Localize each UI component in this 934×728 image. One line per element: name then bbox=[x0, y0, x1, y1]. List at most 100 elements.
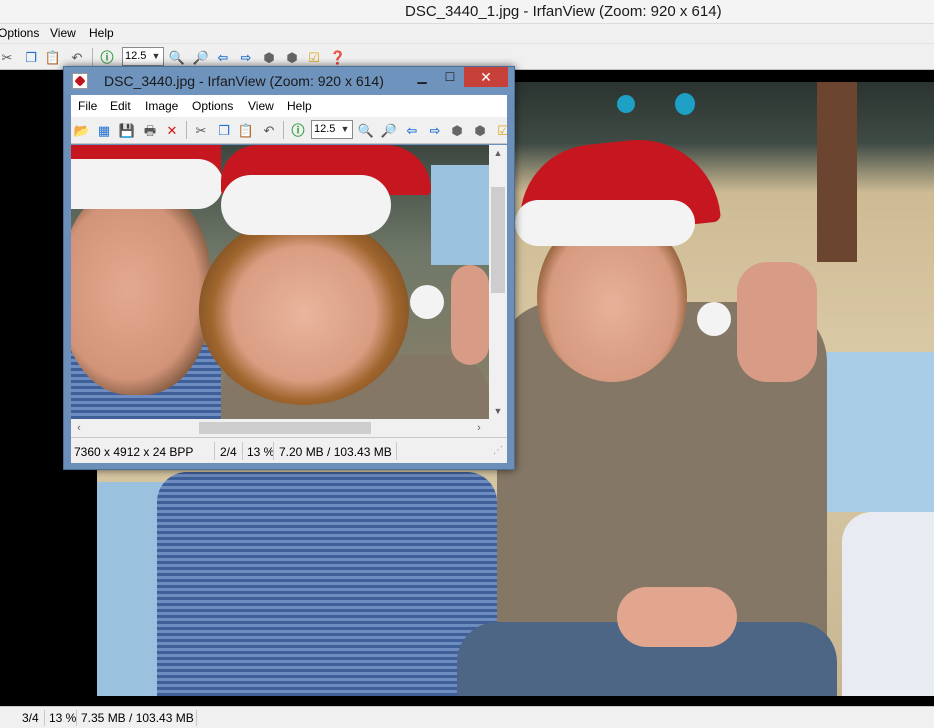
menu-view[interactable]: View bbox=[248, 99, 274, 113]
menu-image[interactable]: Image bbox=[145, 99, 178, 113]
photo-ornament bbox=[675, 93, 695, 115]
status-divider bbox=[196, 710, 197, 726]
copy-icon[interactable]: ❐ bbox=[22, 48, 40, 66]
shield-right-icon[interactable]: ⬢ bbox=[471, 121, 489, 139]
status-divider bbox=[44, 710, 45, 726]
small-title-bar[interactable]: DSC_3440.jpg - IrfanView (Zoom: 920 x 61… bbox=[64, 67, 514, 95]
small-image-viewport[interactable] bbox=[71, 145, 489, 419]
scissors-icon[interactable]: ✂ bbox=[0, 48, 16, 66]
maximize-icon: ☐ bbox=[444, 70, 456, 84]
horizontal-scrollbar[interactable]: ‹ › bbox=[71, 419, 489, 437]
minimize-button[interactable]: ▁ bbox=[408, 67, 436, 87]
status-divider bbox=[76, 710, 77, 726]
small-photo-woman-hat-brim bbox=[221, 175, 391, 235]
menu-file[interactable]: File bbox=[78, 99, 97, 113]
info-icon[interactable]: ⓘ bbox=[98, 48, 116, 66]
main-zoom-select[interactable]: 12.5 ▼ bbox=[122, 47, 164, 66]
paste-icon[interactable]: 📋 bbox=[237, 121, 255, 139]
toolbar-separator bbox=[283, 121, 284, 139]
status-divider bbox=[214, 442, 215, 460]
checklist-icon[interactable]: ☑ bbox=[305, 48, 323, 66]
main-menu-view[interactable]: View bbox=[50, 26, 76, 40]
red-x-icon[interactable]: ✕ bbox=[163, 121, 181, 139]
help-icon[interactable]: ❓ bbox=[329, 48, 347, 66]
status-divider bbox=[273, 442, 274, 460]
shield-right-icon[interactable]: ⬢ bbox=[283, 48, 301, 66]
main-menu-bar: Options View Help bbox=[0, 24, 934, 44]
resize-grip-icon[interactable]: ⋰ bbox=[493, 445, 503, 456]
scroll-right-icon[interactable]: › bbox=[471, 419, 487, 437]
paste-icon[interactable]: 📋 bbox=[44, 48, 62, 66]
shield-left-icon[interactable]: ⬢ bbox=[448, 121, 466, 139]
main-window-title: DSC_3440_1.jpg - IrfanView (Zoom: 920 x … bbox=[405, 3, 722, 20]
photo-hand bbox=[737, 262, 817, 382]
status-divider bbox=[396, 442, 397, 460]
checklist-icon[interactable]: ☑ bbox=[494, 121, 507, 139]
small-window-title: DSC_3440.jpg - IrfanView (Zoom: 920 x 61… bbox=[104, 73, 384, 89]
toolbar-separator bbox=[186, 121, 187, 139]
main-menu-options[interactable]: Options bbox=[0, 26, 39, 40]
vertical-scrollbar[interactable]: ▲ ▼ bbox=[489, 145, 507, 419]
photo-ornament bbox=[617, 95, 635, 113]
small-irfanview-window[interactable]: DSC_3440.jpg - IrfanView (Zoom: 920 x 61… bbox=[63, 66, 515, 470]
small-status-zoom: 13 % bbox=[247, 445, 275, 459]
folder-icon[interactable]: 📂 bbox=[73, 121, 91, 139]
toolbar-separator bbox=[92, 48, 93, 66]
small-photo-woman-face bbox=[199, 215, 409, 405]
zoom-in-icon[interactable]: 🔍 bbox=[168, 48, 186, 66]
shield-left-icon[interactable]: ⬢ bbox=[260, 48, 278, 66]
small-zoom-value: 12.5 bbox=[314, 123, 336, 135]
photo-gift-box bbox=[822, 352, 934, 512]
arrow-left-icon[interactable]: ⇦ bbox=[214, 48, 232, 66]
arrow-right-icon[interactable]: ⇨ bbox=[426, 121, 444, 139]
copy-icon[interactable]: ❐ bbox=[215, 121, 233, 139]
vertical-scroll-thumb[interactable] bbox=[491, 187, 505, 293]
undo-icon[interactable]: ↶ bbox=[68, 48, 86, 66]
zoom-out-icon[interactable]: 🔎 bbox=[380, 121, 398, 139]
menu-help[interactable]: Help bbox=[287, 99, 312, 113]
small-status-memory: 7.20 MB / 103.43 MB bbox=[279, 445, 392, 459]
zoom-out-icon[interactable]: 🔎 bbox=[192, 48, 210, 66]
photo-wooden-beam bbox=[817, 82, 857, 262]
menu-options[interactable]: Options bbox=[192, 99, 233, 113]
close-button[interactable]: ✕ bbox=[464, 67, 508, 87]
arrow-right-icon[interactable]: ⇨ bbox=[237, 48, 255, 66]
small-photo-gift-box bbox=[431, 165, 489, 265]
photo-hand-ring bbox=[617, 587, 737, 647]
scroll-up-icon[interactable]: ▲ bbox=[489, 145, 507, 161]
status-divider bbox=[242, 442, 243, 460]
photo-santa-hat-brim bbox=[515, 200, 695, 246]
floppy-icon[interactable]: 💾 bbox=[118, 121, 136, 139]
scissors-icon[interactable]: ✂ bbox=[192, 121, 210, 139]
scroll-left-icon[interactable]: ‹ bbox=[71, 419, 87, 437]
small-status-index: 2/4 bbox=[220, 445, 237, 459]
small-photo-hand bbox=[451, 265, 489, 365]
small-photo-hat-pompom bbox=[410, 285, 444, 319]
scroll-down-icon[interactable]: ▼ bbox=[489, 403, 507, 419]
filmstrip-icon[interactable]: ▦ bbox=[95, 121, 113, 139]
small-zoom-select[interactable]: 12.5 ▼ bbox=[311, 120, 353, 139]
small-status-dimensions: 7360 x 4912 x 24 BPP bbox=[74, 445, 194, 459]
main-menu-help[interactable]: Help bbox=[89, 26, 114, 40]
small-photo-man-hat-brim bbox=[71, 159, 223, 209]
minimize-icon: ▁ bbox=[417, 70, 427, 84]
printer-icon[interactable]: 🖶 bbox=[141, 121, 159, 139]
info-icon[interactable]: ⓘ bbox=[289, 121, 307, 139]
main-title-bar[interactable]: DSC_3440_1.jpg - IrfanView (Zoom: 920 x … bbox=[0, 0, 934, 24]
horizontal-scroll-thumb[interactable] bbox=[199, 422, 371, 434]
irfanview-app-icon[interactable] bbox=[72, 73, 88, 89]
scrollbar-corner bbox=[489, 419, 507, 437]
main-status-bar: 3/4 13 % 7.35 MB / 103.43 MB bbox=[0, 706, 934, 728]
undo-icon[interactable]: ↶ bbox=[260, 121, 278, 139]
photo-snow-decoration bbox=[842, 512, 934, 696]
maximize-button[interactable]: ☐ bbox=[436, 67, 464, 87]
zoom-in-icon[interactable]: 🔍 bbox=[357, 121, 375, 139]
small-toolbar: 📂 ▦ 💾 🖶 ✕ ✂ ❐ 📋 ↶ ⓘ 12.5 ▼ 🔍 🔎 ⇦ ⇨ ⬢ ⬢ ☑ bbox=[71, 117, 507, 144]
main-status-memory: 7.35 MB / 103.43 MB bbox=[81, 711, 194, 725]
chevron-down-icon: ▼ bbox=[340, 124, 350, 134]
menu-edit[interactable]: Edit bbox=[110, 99, 131, 113]
main-status-index: 3/4 bbox=[22, 711, 39, 725]
close-icon: ✕ bbox=[480, 68, 492, 85]
arrow-left-icon[interactable]: ⇦ bbox=[403, 121, 421, 139]
photo-santa-hat-pompom bbox=[697, 302, 731, 336]
